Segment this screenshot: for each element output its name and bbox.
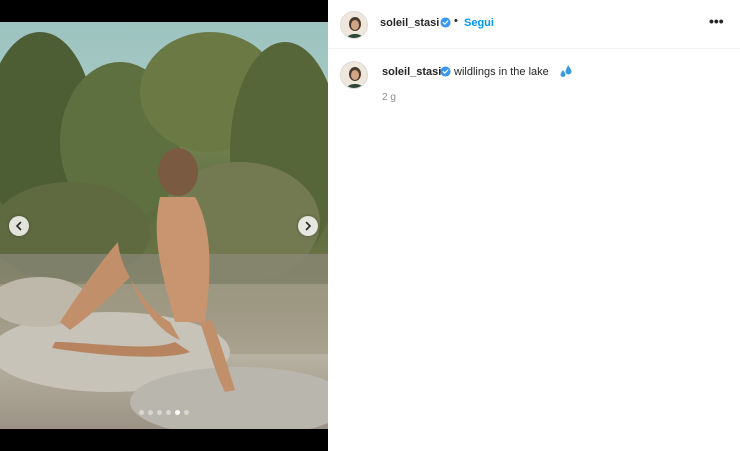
carousel-dot [148,410,153,415]
caption-text: wildlings in the lake [454,66,549,78]
verified-badge-icon [440,17,451,28]
carousel-dot [166,410,171,415]
carousel-prev-button[interactable] [9,216,29,236]
verified-badge-icon [440,66,451,77]
carousel-next-button[interactable] [298,216,318,236]
carousel-dot [184,410,189,415]
photo-illustration [0,32,328,429]
more-options-button[interactable]: ••• [709,13,724,29]
sweat-droplets-icon [560,65,572,77]
profile-picture [341,12,367,38]
post-media-area [0,0,328,451]
post-author-username[interactable]: soleil_stasi [380,17,439,29]
profile-picture [341,62,367,88]
carousel-indicator [139,410,189,415]
carousel-dot [157,410,162,415]
post-info-panel: soleil_stasi • Segui ••• soleil_stasi wi… [328,0,740,451]
chevron-left-icon [15,221,22,231]
follow-button[interactable]: Segui [464,17,494,29]
avatar[interactable] [340,11,368,39]
chevron-right-icon [305,221,312,231]
carousel-dot [139,410,144,415]
separator-dot: • [454,15,458,27]
avatar[interactable] [340,61,368,89]
caption-username[interactable]: soleil_stasi [382,66,441,78]
post-photo[interactable] [0,22,328,429]
post-timestamp[interactable]: 2 g [382,92,396,103]
carousel-dot [175,410,180,415]
post-header: soleil_stasi • Segui ••• [328,0,740,49]
